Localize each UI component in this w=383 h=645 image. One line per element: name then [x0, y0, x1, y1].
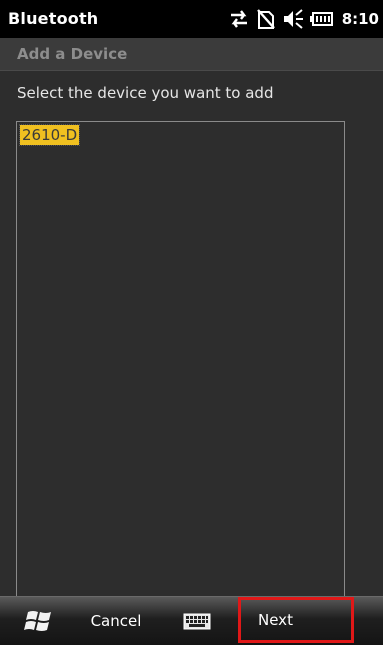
windows-start-icon[interactable]	[20, 607, 60, 635]
app-title: Bluetooth	[8, 9, 99, 28]
next-button[interactable]: Next	[238, 597, 354, 643]
device-list[interactable]: 2610-D	[16, 121, 345, 599]
status-icons: 8:10	[228, 7, 379, 31]
clock: 8:10	[341, 10, 379, 28]
device-list-item[interactable]: 2610-D	[18, 124, 81, 146]
keyboard-icon[interactable]	[178, 606, 218, 636]
page-header: Add a Device	[0, 38, 383, 71]
cancel-button[interactable]: Cancel	[80, 606, 152, 636]
data-sync-icon	[228, 9, 250, 29]
status-bar: Bluetooth 8:10	[0, 0, 383, 38]
command-bar: Cancel Next	[0, 596, 383, 645]
page-title: Add a Device	[17, 45, 128, 63]
battery-icon	[309, 10, 334, 28]
no-sim-icon	[256, 8, 276, 30]
speaker-icon	[282, 8, 304, 30]
instruction-text: Select the device you want to add	[17, 84, 274, 102]
